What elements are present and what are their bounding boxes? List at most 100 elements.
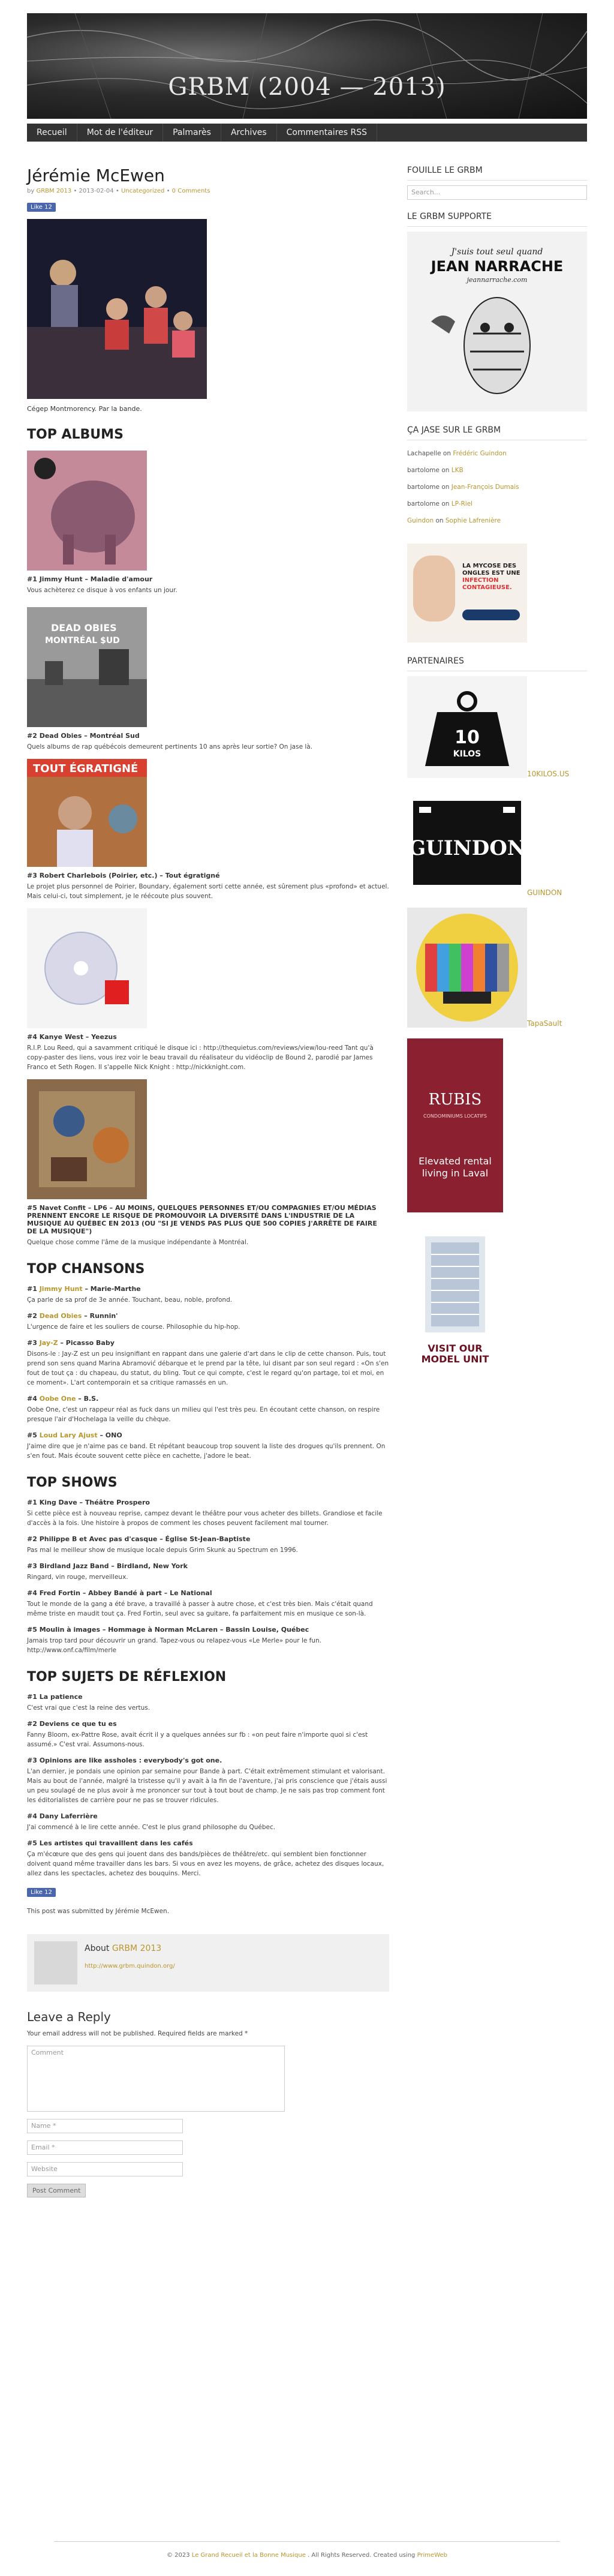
album-5-title: #5 Navet Confit – LP6 – AU MOINS, QUELQU… — [27, 1204, 377, 1235]
partner-tapasault[interactable]: TapaSault — [407, 908, 587, 1028]
chanson-1-link[interactable]: Jimmy Hunt — [40, 1285, 83, 1293]
chanson-3-title: #3 Jay-Z – Picasso Baby — [27, 1339, 115, 1347]
main-content: Jérémie McEwen by GRBM 2013 • 2013-02-04… — [27, 154, 389, 2197]
jean-narrache-ad[interactable]: J'suis tout seul quand JEAN NARRACHE jea… — [407, 232, 587, 412]
partner-10kilos-link[interactable]: 10KILOS.US — [527, 770, 569, 778]
nav-mot-editeur[interactable]: Mot de l'éditeur — [77, 124, 164, 142]
chanson-4-title: #4 Oobe One – B.S. — [27, 1395, 99, 1403]
website-field[interactable]: Website — [27, 2162, 183, 2176]
chanson-2-text: L'urgence de faire et les souliers de co… — [27, 1323, 240, 1331]
chanson-3-text: Disons-le : Jay-Z est un peu insignifian… — [27, 1350, 389, 1386]
chanson-list: #1 Jimmy Hunt – Marie-Marthe Ça parle de… — [27, 1285, 389, 1461]
reply-notice: Your email address will not be published… — [27, 2030, 248, 2037]
sujet-1-text: C'est vrai que c'est la reine des vertus… — [27, 1704, 151, 1712]
author-link[interactable]: GRBM 2013 — [36, 188, 71, 194]
email-field[interactable]: Email * — [27, 2140, 183, 2155]
chanson-4-text: Oobe One, c'est un rappeur réal as fuck … — [27, 1406, 380, 1423]
recent-comment-item: bartolome on LP-Riel — [407, 500, 473, 508]
comment-textarea[interactable]: Comment — [27, 2046, 285, 2112]
sujet-4-text: J'ai commencé à le lire cette année. C'e… — [27, 1824, 276, 1831]
chanson-2-link[interactable]: Dead Obies — [40, 1312, 82, 1320]
partenaires-heading: PARTENAIRES — [407, 656, 464, 666]
comments-link[interactable]: 0 Comments — [172, 188, 210, 194]
ad-head: J'suis tout seul quand — [450, 247, 543, 257]
category-link[interactable]: Uncategorized — [121, 188, 164, 194]
main-nav: Recueil Mot de l'éditeur Palmarès Archiv… — [27, 124, 587, 142]
recent-comment-item: Guindon on Sophie Lafrenière — [407, 517, 501, 524]
partner-guindon-link[interactable]: GUINDON — [527, 888, 562, 897]
album-1-text: Vous achèterez ce disque à vos enfants u… — [27, 587, 177, 594]
svg-text:VISIT OURMODEL UNIT: VISIT OUR MODEL UNIT — [422, 1343, 489, 1365]
album-4-title: #4 Kanye West – Yeezus — [27, 1033, 117, 1041]
rubis-ad[interactable]: RUBIS CONDOMINIUMS LOCATIFS Elevated ren… — [407, 1038, 503, 1386]
show-4-title: #4 Fred Fortin – Abbey Bandé à part – Le… — [27, 1589, 212, 1597]
chanson-5-link[interactable]: Loud Lary Ajust — [40, 1431, 98, 1439]
album-2-text: Quels albums de rap québécois demeurent … — [27, 743, 313, 750]
recent-comment-item: bartolome on Jean-François Dumais — [407, 484, 519, 491]
ad-site: jeannarrache.com — [465, 276, 528, 284]
album-cover-dead-obies: DEAD OBIES MONTRÉAL $UD — [27, 607, 147, 727]
reply-heading: Leave a Reply — [27, 2010, 111, 2024]
nav-rss[interactable]: Commentaires RSS — [277, 124, 378, 142]
sujets-list: #1 La patience C'est vrai que c'est la r… — [27, 1693, 389, 1878]
show-5-title: #5 Moulin à images – Hommage à Norman Mc… — [27, 1626, 309, 1634]
album-cover-charlebois: TOUT ÉGRATIGNÉ — [27, 759, 147, 867]
chansons-heading: TOP CHANSONS — [27, 1262, 145, 1277]
album-1-title: #1 Jimmy Hunt – Maladie d'amour — [27, 575, 153, 583]
nav-archives[interactable]: Archives — [221, 124, 277, 142]
site-title[interactable]: GRBM (2004 — 2013) — [27, 73, 587, 101]
tapasault-logo — [407, 908, 527, 1028]
ad-name: JEAN NARRACHE — [430, 258, 564, 275]
svg-text:DEAD OBIES: DEAD OBIES — [51, 622, 117, 634]
chanson-3-link[interactable]: Jay-Z — [40, 1339, 58, 1347]
nav-recueil[interactable]: Recueil — [27, 124, 77, 142]
svg-text:10: 10 — [455, 727, 480, 748]
sujet-4-title: #4 Dany Laferrière — [27, 1812, 98, 1820]
partner-guindon[interactable]: GUINDON GUINDON — [407, 789, 587, 897]
sujet-1-title: #1 La patience — [27, 1693, 83, 1701]
like-button[interactable]: Like 12 — [27, 203, 56, 212]
chanson-4-link[interactable]: Oobe One — [40, 1395, 76, 1403]
chanson-1-text: Ça parle de sa prof de 3e année. Touchan… — [27, 1296, 233, 1304]
footer-link-primeweb[interactable]: PrimeWeb — [417, 2552, 447, 2559]
show-1-text: Si cette pièce est à nouveau reprise, ca… — [27, 1510, 383, 1527]
chanson-5-title: #5 Loud Lary Ajust – ONO — [27, 1431, 122, 1439]
site-footer: © 2023 Le Grand Recueil et la Bonne Musi… — [166, 2552, 448, 2559]
supporte-heading: LE GRBM SUPPORTE — [407, 212, 492, 221]
svg-text:KILOS: KILOS — [453, 749, 481, 759]
recent-comments: Lachapelle on Frédéric Guindon bartolome… — [407, 445, 587, 529]
sujet-2-text: Fanny Bloom, ex-Pattre Rose, avait écrit… — [27, 1731, 368, 1748]
like-button-bottom[interactable]: Like 12 — [27, 1888, 56, 1897]
sujet-3-title: #3 Opinions are like assholes : everybod… — [27, 1757, 222, 1764]
post-meta: by GRBM 2013 • 2013-02-04 • Uncategorize… — [27, 188, 210, 194]
post-photo — [27, 219, 207, 399]
author-url-link[interactable]: http://www.grbm.quindon.org/ — [85, 1963, 175, 1969]
marble-texture — [27, 13, 587, 119]
submitted-by: This post was submitted by Jérémie McEwe… — [27, 1908, 170, 1915]
partner-tapasault-link[interactable]: TapaSault — [527, 1019, 562, 1028]
album-cover-yeezus — [27, 908, 147, 1028]
post-comment-button[interactable]: Post Comment — [27, 2184, 86, 2197]
sujet-5-title: #5 Les artistes qui travaillent dans les… — [27, 1839, 193, 1847]
photo-caption: Cégep Montmorency. Par la bande. — [27, 405, 142, 413]
show-2-title: #2 Philippe B et Avec pas d'casque – Égl… — [27, 1535, 251, 1543]
recent-comment-item: bartolome on LKB — [407, 467, 463, 474]
footer-link-site[interactable]: Le Grand Recueil et la Bonne Musique — [192, 2552, 306, 2559]
nav-palmares[interactable]: Palmarès — [163, 124, 221, 142]
album-cover-jimmy-hunt — [27, 451, 147, 571]
partner-10kilos[interactable]: 10 KILOS 10KILOS.US — [407, 676, 587, 778]
author-box: About GRBM 2013 http://www.grbm.quindon.… — [27, 1934, 389, 1992]
show-4-text: Tout le monde de la gang a été brave, a … — [27, 1601, 373, 1617]
chanson-2-title: #2 Dead Obies – Runnin' — [27, 1312, 118, 1320]
search-input[interactable]: Search... — [407, 185, 587, 200]
guindon-logo: GUINDON — [407, 789, 527, 897]
svg-text:GUINDON: GUINDON — [408, 836, 526, 860]
post-title: Jérémie McEwen — [27, 166, 165, 185]
author-name-link[interactable]: GRBM 2013 — [112, 1944, 161, 1953]
avatar — [34, 1941, 77, 1984]
name-field[interactable]: Name * — [27, 2119, 183, 2133]
mycose-ad[interactable]: LA MYCOSE DES ONGLES EST UNE INFECTION CONT… — [407, 544, 527, 643]
album-cover-navet-confit — [27, 1079, 147, 1199]
jase-heading: ÇA JASE SUR LE GRBM — [407, 425, 501, 435]
show-3-text: Ringard, vin rouge, merveilleux. — [27, 1574, 128, 1581]
